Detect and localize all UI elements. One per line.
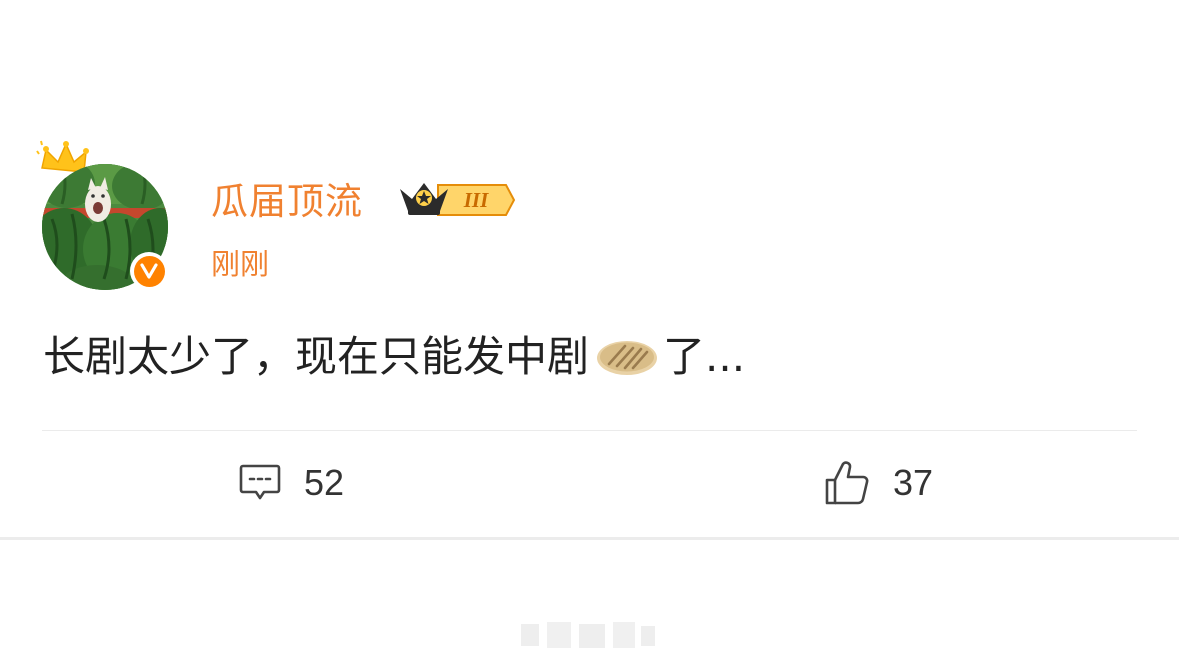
avatar-group[interactable] <box>36 140 176 290</box>
like-count: 37 <box>893 462 934 503</box>
post-text: 长剧太少了，现在只能发中剧 了... <box>43 327 745 387</box>
timestamp: 刚刚 <box>211 247 270 281</box>
vip-level-badge-icon[interactable]: III <box>398 179 516 221</box>
post-text-before-emoji: 长剧太少了，现在只能发中剧 <box>43 332 590 381</box>
divider <box>42 430 1137 431</box>
comment-button[interactable]: 52 <box>238 456 344 510</box>
pancake-emoji-icon <box>597 341 658 375</box>
vip-level-text: III <box>463 188 489 212</box>
comment-count: 52 <box>304 462 345 503</box>
post-text-after-emoji: 了... <box>663 332 746 381</box>
thumbs-up-icon <box>825 461 869 505</box>
post-card: 瓜届顶流 III 刚刚 长剧太少了，现在只能发中剧 了... 52 37 <box>0 0 1179 538</box>
verified-v-icon <box>140 263 158 279</box>
verified-badge <box>130 252 168 290</box>
section-separator <box>0 537 1179 540</box>
like-button[interactable]: 37 <box>823 456 933 510</box>
comment-icon <box>239 464 281 500</box>
username[interactable]: 瓜届顶流 <box>211 178 363 226</box>
watermark-logo <box>521 622 655 648</box>
